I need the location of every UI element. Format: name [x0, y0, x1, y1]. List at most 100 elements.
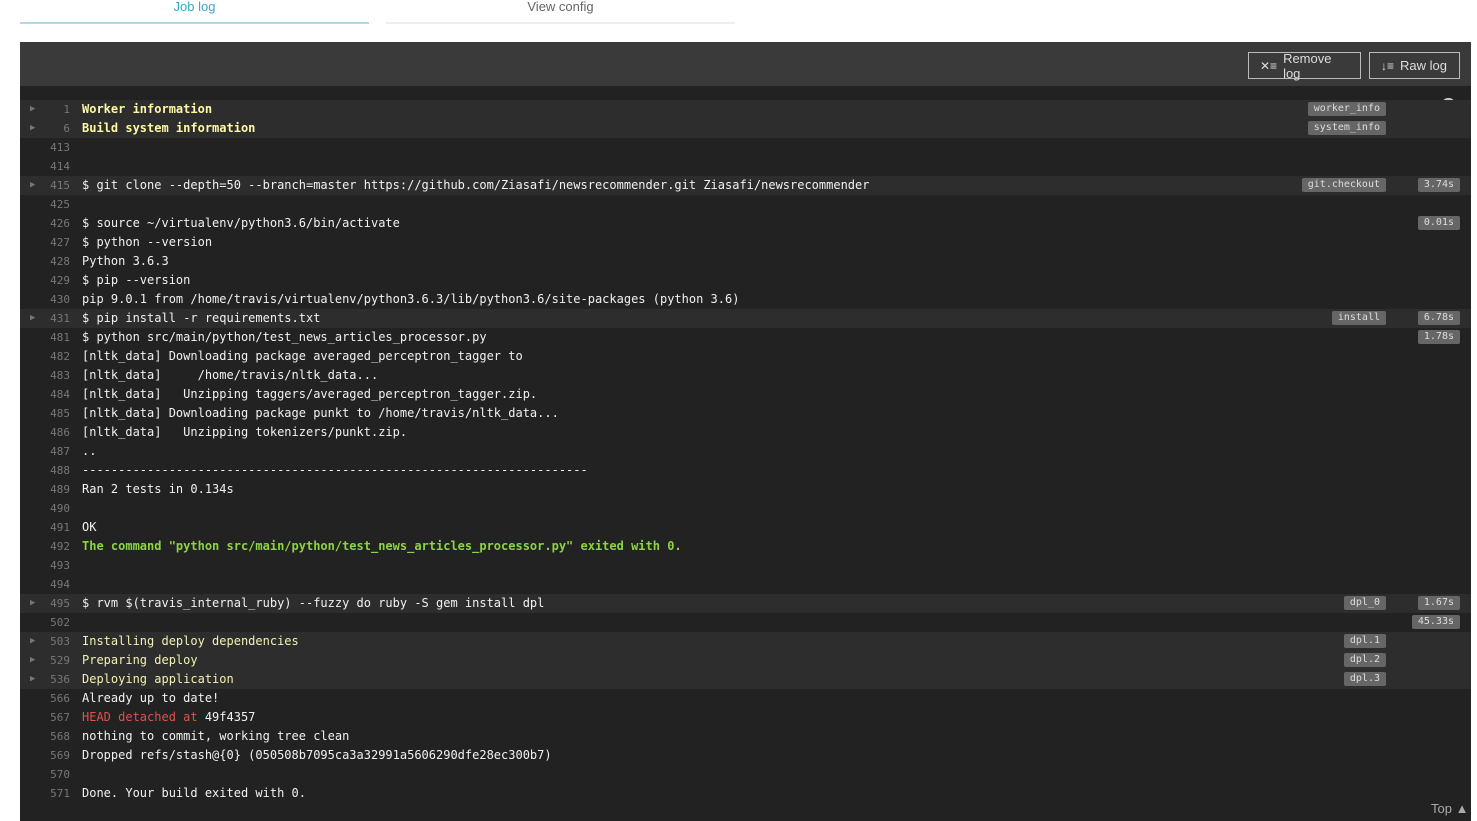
line-number[interactable]: 415 [40, 176, 70, 195]
line-text: Deploying application [82, 672, 234, 686]
scroll-top-link[interactable]: Top ▲ [1431, 801, 1468, 816]
log-line: 425 [20, 195, 1471, 214]
line-number[interactable]: 502 [40, 613, 70, 632]
line-text: $ pip install -r requirements.txt [82, 311, 321, 325]
line-number[interactable]: 488 [40, 461, 70, 480]
fold-tag-badge: worker_info [1307, 102, 1386, 116]
duration-badge: 1.67s [1417, 596, 1460, 610]
log-line: 427 $ python --version [20, 233, 1471, 252]
expand-arrow-icon[interactable]: ▶ [30, 594, 40, 613]
line-number[interactable]: 486 [40, 423, 70, 442]
line-number[interactable]: 483 [40, 366, 70, 385]
duration-badge: 1.78s [1417, 330, 1460, 344]
log-line: 566 Already up to date! [20, 689, 1471, 708]
expand-arrow-icon[interactable]: ▶ [30, 632, 40, 651]
log-line[interactable]: ▶ 529 Preparing deploy dpl.2 [20, 651, 1471, 670]
expand-arrow-icon[interactable]: ▶ [30, 119, 40, 138]
log-line: 430 pip 9.0.1 from /home/travis/virtualen… [20, 290, 1471, 309]
log-lines: ▶ 1 Worker information worker_info ▶ 6 Build s… [20, 100, 1471, 803]
line-number[interactable]: 503 [40, 632, 70, 651]
log-line: 491 OK [20, 518, 1471, 537]
line-text: Dropped refs/stash@{0} (050508b7095ca3a3… [82, 748, 552, 762]
line-number[interactable]: 571 [40, 784, 70, 803]
log-line: 484 [nltk_data] Unzipping taggers/average… [20, 385, 1471, 404]
line-number[interactable]: 1 [40, 100, 70, 119]
log-line: 569 Dropped refs/stash@{0} (050508b7095ca… [20, 746, 1471, 765]
line-number[interactable]: 487 [40, 442, 70, 461]
line-number[interactable]: 481 [40, 328, 70, 347]
line-text: [nltk_data] Unzipping taggers/averaged_p… [82, 387, 538, 401]
line-text: HEAD detached at 49f4357 [82, 708, 255, 727]
line-text: $ source ~/virtualenv/python3.6/bin/acti… [82, 216, 400, 230]
log-line: 490 [20, 499, 1471, 518]
log-line: 485 [nltk_data] Downloading package punkt… [20, 404, 1471, 423]
tab-job-log[interactable]: Job log [20, 0, 369, 24]
expand-arrow-icon[interactable]: ▶ [30, 670, 40, 689]
line-number[interactable]: 529 [40, 651, 70, 670]
tab-view-config[interactable]: View config [386, 0, 735, 24]
fold-tag-badge: git.checkout [1301, 178, 1386, 192]
line-number[interactable]: 414 [40, 157, 70, 176]
log-line: 502 45.33s [20, 613, 1471, 632]
line-number[interactable]: 428 [40, 252, 70, 271]
line-text: $ pip --version [82, 273, 191, 287]
line-number[interactable]: 429 [40, 271, 70, 290]
line-number[interactable]: 426 [40, 214, 70, 233]
fold-tag-badge: dpl.3 [1343, 672, 1386, 686]
expand-arrow-icon[interactable]: ▶ [30, 100, 40, 119]
line-number[interactable]: 482 [40, 347, 70, 366]
line-number[interactable]: 567 [40, 708, 70, 727]
line-number[interactable]: 425 [40, 195, 70, 214]
line-number[interactable]: 568 [40, 727, 70, 746]
expand-arrow-icon[interactable]: ▶ [30, 309, 40, 328]
line-number[interactable]: 430 [40, 290, 70, 309]
log-line[interactable]: ▶ 536 Deploying application dpl.3 [20, 670, 1471, 689]
line-number[interactable]: 490 [40, 499, 70, 518]
raw-log-label: Raw log [1400, 58, 1447, 73]
line-number[interactable]: 6 [40, 119, 70, 138]
line-number[interactable]: 492 [40, 537, 70, 556]
line-number[interactable]: 489 [40, 480, 70, 499]
remove-log-button[interactable]: ✕≡ Remove log [1248, 51, 1361, 81]
line-number[interactable]: 413 [40, 138, 70, 157]
log-line[interactable]: ▶ 1 Worker information worker_info [20, 100, 1471, 119]
log-tabs: Job log View config [20, 0, 735, 26]
line-text: pip 9.0.1 from /home/travis/virtualenv/p… [82, 292, 740, 306]
line-number[interactable]: 431 [40, 309, 70, 328]
line-number[interactable]: 427 [40, 233, 70, 252]
duration-badge: 3.74s [1417, 178, 1460, 192]
top-label: Top [1431, 801, 1452, 816]
line-number[interactable]: 570 [40, 765, 70, 784]
line-text: Worker information [82, 102, 213, 116]
line-number[interactable]: 566 [40, 689, 70, 708]
line-number[interactable]: 494 [40, 575, 70, 594]
log-line[interactable]: ▶ 503 Installing deploy dependencies dpl.1 [20, 632, 1471, 651]
line-text: $ python src/main/python/test_news_artic… [82, 330, 487, 344]
line-number[interactable]: 491 [40, 518, 70, 537]
log-line: 489 Ran 2 tests in 0.134s [20, 480, 1471, 499]
line-text: Already up to date! [82, 691, 220, 705]
log-line[interactable]: ▶ 6 Build system information system_info [20, 119, 1471, 138]
expand-arrow-icon[interactable]: ▶ [30, 176, 40, 195]
log-line: 487.. [20, 442, 1471, 461]
line-text: OK [82, 520, 97, 534]
line-number[interactable]: 493 [40, 556, 70, 575]
line-number[interactable]: 536 [40, 670, 70, 689]
line-number[interactable]: 569 [40, 746, 70, 765]
log-line: 428 Python 3.6.3 [20, 252, 1471, 271]
line-text: [nltk_data] Downloading package averaged… [82, 349, 523, 363]
raw-log-icon: ↓≡ [1381, 58, 1395, 73]
line-text: Done. Your build exited with 0. [82, 786, 306, 800]
log-line[interactable]: ▶ 415 $ git clone --depth=50 --branch=mast… [20, 176, 1471, 195]
line-number[interactable]: 485 [40, 404, 70, 423]
line-text: .. [82, 444, 97, 458]
raw-log-button[interactable]: ↓≡ Raw log [1369, 52, 1460, 79]
line-text: nothing to commit, working tree clean [82, 729, 350, 743]
expand-arrow-icon[interactable]: ▶ [30, 651, 40, 670]
line-text: [nltk_data] Unzipping tokenizers/punkt.z… [82, 425, 408, 439]
line-number[interactable]: 495 [40, 594, 70, 613]
line-number[interactable]: 484 [40, 385, 70, 404]
log-line[interactable]: ▶ 431 $ pip install -r requirements.txt ins… [20, 309, 1471, 328]
log-line: 568 nothing to commit, working tree clean [20, 727, 1471, 746]
log-line[interactable]: ▶ 495 $ rvm $(travis_internal_ruby) --fuzz… [20, 594, 1471, 613]
